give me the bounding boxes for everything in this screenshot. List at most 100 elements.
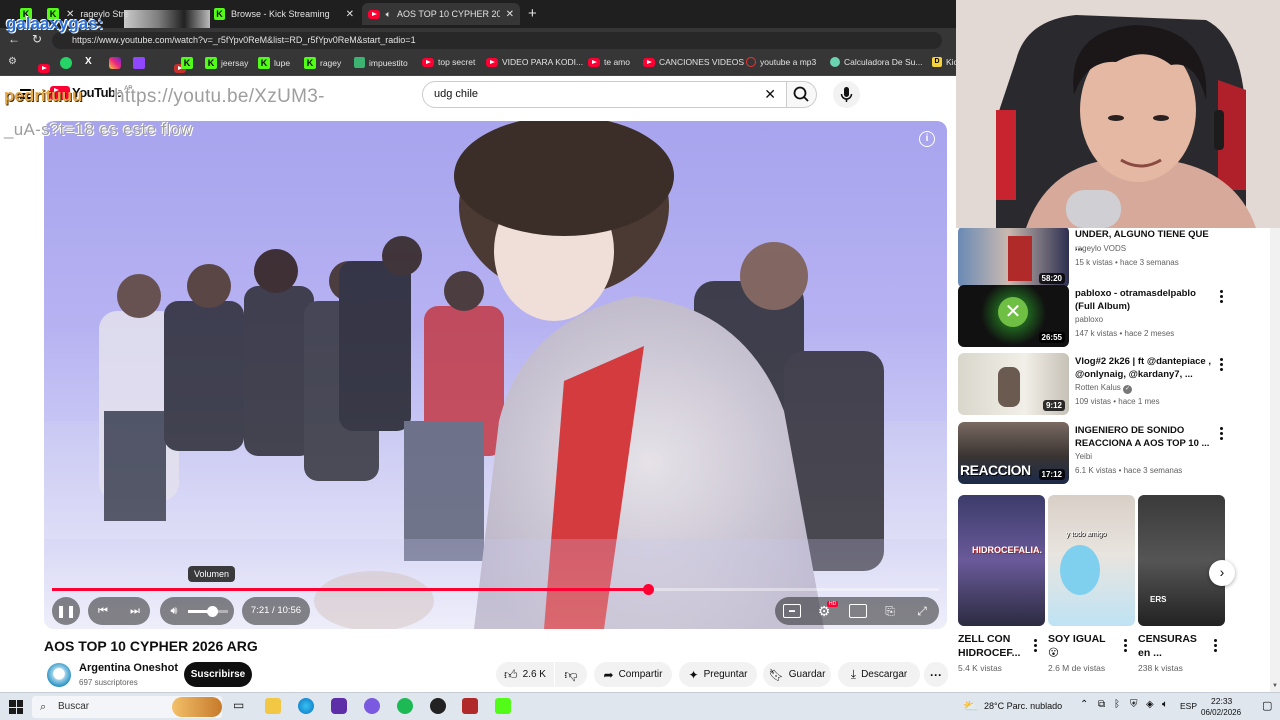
- instagram-icon[interactable]: [109, 57, 121, 69]
- more-options-icon[interactable]: [1210, 638, 1220, 652]
- miniplayer-icon[interactable]: [849, 604, 867, 618]
- bookmark-te-amo[interactable]: te amo: [588, 57, 630, 67]
- bookmark-lupe[interactable]: Klupe: [258, 57, 290, 69]
- short-thumbnail[interactable]: ERS: [1138, 495, 1225, 626]
- bookmark-youtube-mp3[interactable]: youtube a mp3: [746, 57, 816, 67]
- tray-app-icon[interactable]: ⧉: [1098, 699, 1105, 710]
- play-pause-button[interactable]: ❚❚: [52, 597, 80, 625]
- recommendation-channel[interactable]: Rotten Kalus ✓: [1075, 381, 1133, 394]
- bookmark-kick[interactable]: D Kic: [932, 57, 958, 67]
- windows-start-icon[interactable]: [9, 700, 23, 714]
- dislike-button[interactable]: 👎︎: [555, 662, 587, 687]
- cast-icon[interactable]: ⎘: [881, 604, 899, 618]
- weather-icon[interactable]: ⛅: [963, 699, 978, 713]
- tab-kick-browse[interactable]: K Browse - Kick Streaming ✕: [208, 3, 360, 25]
- recommendation-title[interactable]: pabloxo - otramasdelpablo (Full Album): [1075, 287, 1213, 313]
- recommendation-item[interactable]: REACCION 17:12 INGENIERO DE SONIDO REACC…: [958, 422, 1270, 486]
- bookmark-top-secret[interactable]: top secret: [422, 57, 475, 67]
- task-view-icon[interactable]: ▭: [233, 698, 249, 714]
- network-icon[interactable]: ◈: [1146, 699, 1154, 710]
- progress-bar[interactable]: [52, 584, 939, 595]
- ask-button[interactable]: ✦ Preguntar: [679, 662, 757, 687]
- recommendation-channel[interactable]: rageylo VODS: [1075, 242, 1126, 255]
- volume-control[interactable]: 🔊︎: [160, 597, 234, 625]
- tab-youtube-active[interactable]: 🔈︎ AOS TOP 10 CYPHER 2026 AR ✕: [362, 3, 520, 25]
- clock-time[interactable]: 22:33: [1211, 696, 1232, 706]
- info-icon[interactable]: i: [919, 131, 935, 147]
- short-title[interactable]: SOY IGUAL 😮: [1048, 632, 1118, 660]
- short-thumbnail[interactable]: HIDROCEFALIA.: [958, 495, 1045, 626]
- recommendation-title[interactable]: Vlog#2 2k26 | ft @dantepiace , @onlynaig…: [1075, 355, 1213, 381]
- kick-icon[interactable]: K: [181, 57, 193, 69]
- more-options-icon[interactable]: [1030, 638, 1040, 652]
- next-icon[interactable]: ⏭︎: [126, 604, 144, 618]
- video-thumbnail[interactable]: REACCION 17:12: [958, 422, 1069, 484]
- subtitles-icon[interactable]: ▬: [783, 604, 801, 618]
- previous-icon[interactable]: ⏮︎: [94, 604, 112, 618]
- more-options-icon[interactable]: [1120, 638, 1130, 652]
- more-actions-button[interactable]: ···: [924, 662, 948, 687]
- volume-knob[interactable]: [207, 606, 218, 617]
- bookmark-jeersay[interactable]: Kjeersay: [205, 57, 248, 69]
- file-explorer-icon[interactable]: [265, 698, 281, 714]
- bookmark-calculadora[interactable]: Calculadora De Su...: [830, 57, 922, 67]
- spotify-icon[interactable]: [397, 698, 413, 714]
- recommendation-item[interactable]: 58:20 UNDER, ALGUNO TIENE QUE ... rageyl…: [958, 228, 1270, 290]
- new-tab-button[interactable]: +: [528, 5, 537, 22]
- short-item[interactable]: ERS CENSURAS en ... 238 k vistas: [1138, 495, 1226, 673]
- progress-scrubber[interactable]: [643, 584, 655, 595]
- fullscreen-icon[interactable]: ⤢: [913, 604, 931, 618]
- share-button[interactable]: ➦ Compartir: [594, 662, 672, 687]
- bookmark-canciones[interactable]: CANCIONES VIDEOS: [643, 57, 744, 67]
- volume-icon[interactable]: 🔈︎: [1162, 699, 1168, 710]
- reload-icon[interactable]: ↻: [32, 32, 42, 46]
- close-icon[interactable]: ✕: [506, 9, 514, 20]
- video-thumbnail[interactable]: 9:12: [958, 353, 1069, 415]
- url-field[interactable]: https://www.youtube.com/watch?v=_r5fYpv0…: [52, 32, 942, 49]
- scroll-down-icon[interactable]: ▼: [1272, 683, 1278, 689]
- scrollbar[interactable]: ▼: [1270, 228, 1280, 692]
- whatsapp-icon[interactable]: [60, 57, 72, 69]
- download-button[interactable]: ⤓ Descargar: [838, 662, 920, 687]
- short-item[interactable]: y todo amigo SOY IGUAL 😮 2.6 M de vistas: [1048, 495, 1136, 673]
- voice-search-button[interactable]: [833, 81, 860, 108]
- channel-name[interactable]: Argentina Oneshot: [79, 662, 178, 674]
- youtube-icon[interactable]: [38, 64, 50, 73]
- recommendation-title[interactable]: INGENIERO DE SONIDO REACCIONA A AOS TOP …: [1075, 424, 1213, 450]
- video-thumbnail[interactable]: ✕ 26:55: [958, 285, 1069, 347]
- short-title[interactable]: ZELL CON HIDROCEF...: [958, 632, 1028, 660]
- volume-slider[interactable]: [188, 606, 228, 617]
- back-icon[interactable]: ←: [8, 32, 20, 46]
- subscribe-button[interactable]: Suscribirse: [184, 662, 252, 687]
- apps-icon[interactable]: ⚙: [8, 56, 17, 67]
- kick-icon[interactable]: [495, 698, 511, 714]
- video-thumbnail[interactable]: 58:20: [958, 228, 1069, 288]
- app-c-icon[interactable]: [331, 698, 347, 714]
- discord-icon[interactable]: [364, 698, 380, 714]
- obs-icon[interactable]: [430, 698, 446, 714]
- bluetooth-icon[interactable]: ᛒ: [1114, 699, 1120, 710]
- more-options-icon[interactable]: [1216, 426, 1226, 440]
- save-button[interactable]: 🔖︎ Guardar: [763, 662, 831, 687]
- search-button[interactable]: [787, 81, 817, 108]
- video-player[interactable]: i Volumen ❚❚ ⏮︎ ⏭︎ 🔊︎ 7:21 / 10:56 ▬ ⚙ H…: [44, 121, 947, 629]
- shield-icon[interactable]: ⛨: [1130, 699, 1138, 710]
- shorts-next-button[interactable]: ›: [1209, 560, 1235, 586]
- more-options-icon[interactable]: [1216, 357, 1226, 371]
- notification-icon[interactable]: ▢: [1262, 699, 1272, 712]
- speaker-icon[interactable]: 🔈︎: [386, 9, 391, 20]
- clear-search-icon[interactable]: ✕: [764, 82, 776, 107]
- chevron-up-icon[interactable]: ⌃: [1080, 699, 1088, 710]
- bookmark-impuestito[interactable]: impuestito: [354, 57, 408, 68]
- bookmark-video-kodi[interactable]: VIDEO PARA KODI...: [486, 57, 583, 67]
- video-app-icon[interactable]: [462, 698, 478, 714]
- clock-date[interactable]: 06/02/2026: [1201, 708, 1241, 717]
- weather-text[interactable]: 28°C Parc. nublado: [984, 701, 1062, 711]
- recommendation-item[interactable]: 9:12 Vlog#2 2k26 | ft @dantepiace , @onl…: [958, 353, 1270, 417]
- recommendation-item[interactable]: ✕ 26:55 pabloxo - otramasdelpablo (Full …: [958, 285, 1270, 349]
- channel-avatar[interactable]: [47, 663, 71, 687]
- edge-icon[interactable]: [298, 698, 314, 714]
- recommendation-channel[interactable]: pabloxo: [1075, 313, 1103, 326]
- more-options-icon[interactable]: [1216, 289, 1226, 303]
- short-title[interactable]: CENSURAS en ...: [1138, 632, 1208, 660]
